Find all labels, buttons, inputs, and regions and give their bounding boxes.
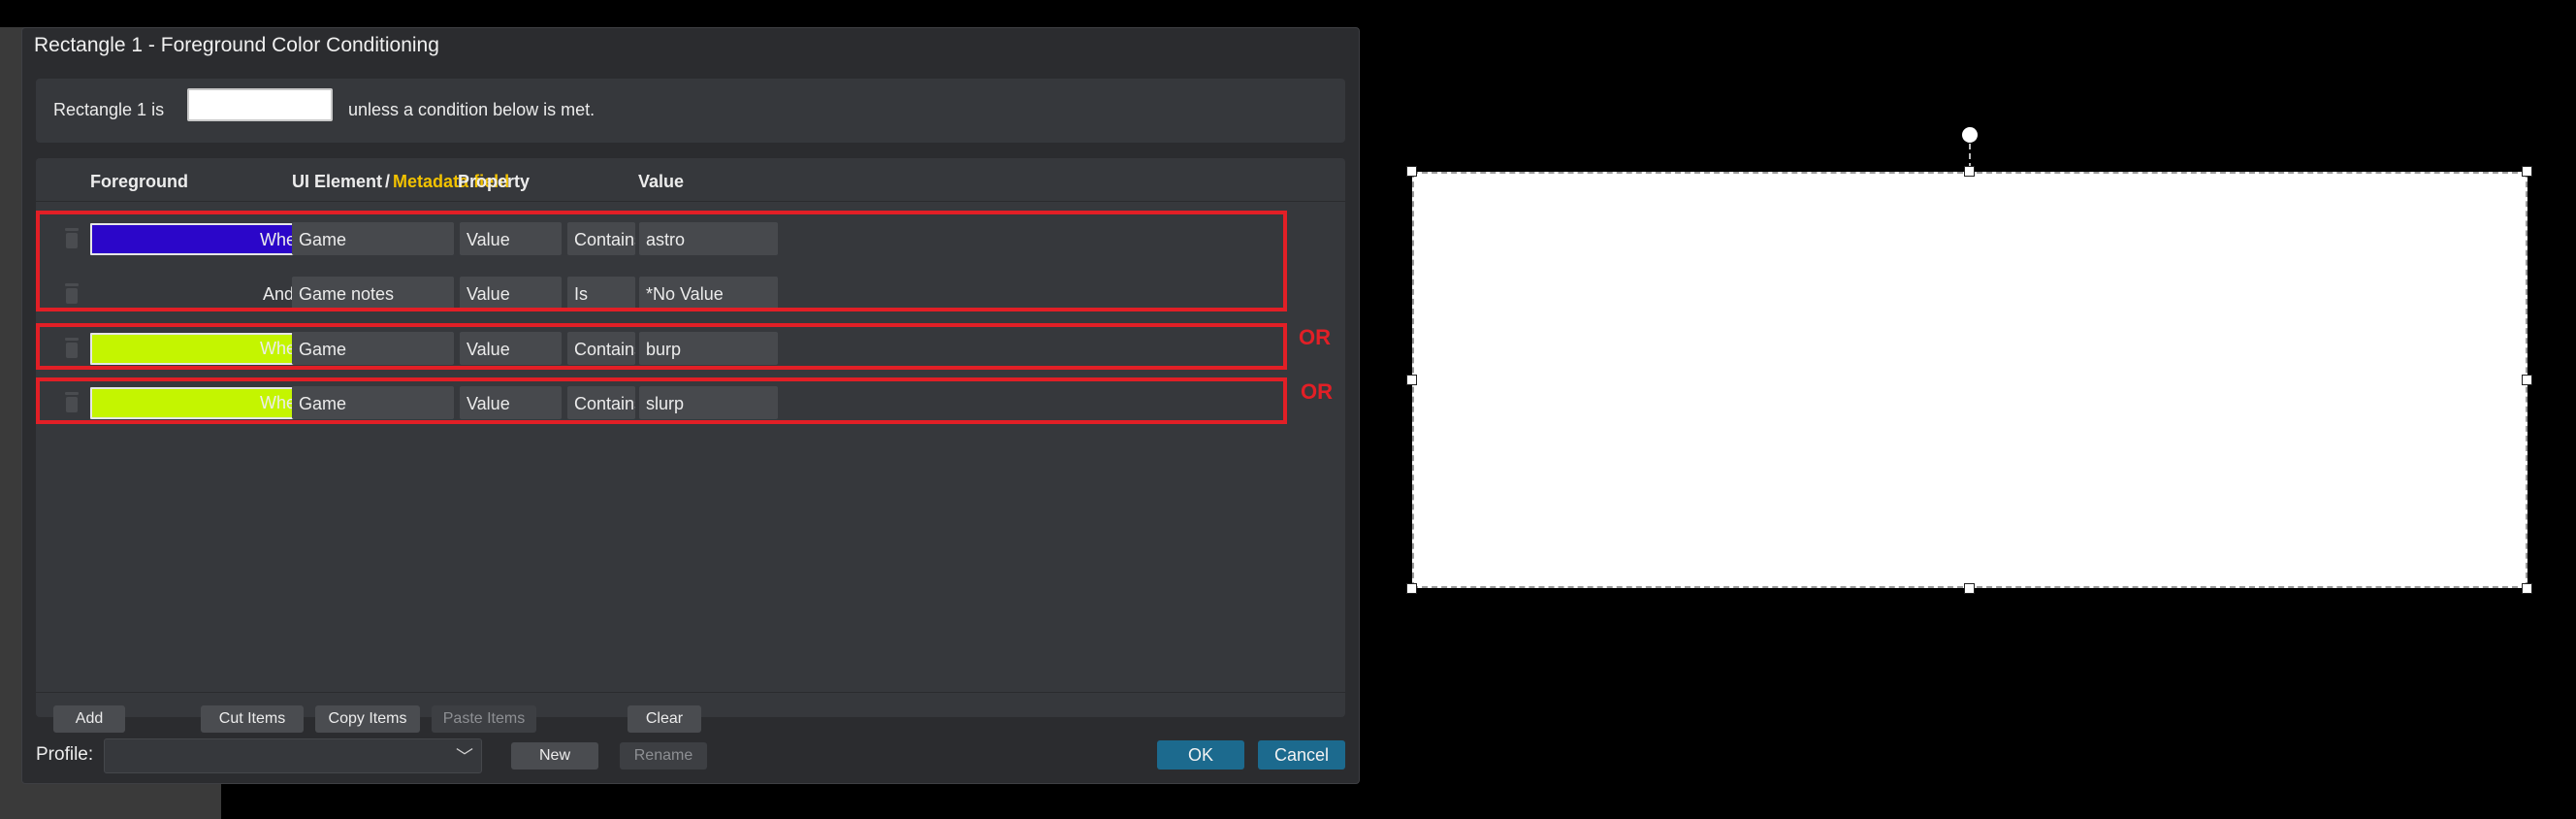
cut-items-button[interactable]: Cut Items — [201, 705, 304, 733]
ok-button[interactable]: OK — [1157, 740, 1244, 770]
header-value: Value — [638, 172, 685, 191]
chevron-down-icon: ﹀ — [456, 747, 473, 767]
dialog-title: Rectangle 1 - Foreground Color Condition… — [34, 34, 439, 56]
or-annotation: OR — [1299, 325, 1331, 349]
paste-items-button[interactable]: Paste Items — [432, 705, 536, 733]
rename-profile-button[interactable]: Rename — [620, 742, 707, 770]
default-suffix-label: unless a condition below is met. — [348, 100, 596, 119]
annotation-box-group-2 — [36, 323, 1287, 370]
new-profile-button[interactable]: New — [511, 742, 598, 770]
header-divider — [36, 201, 1345, 202]
background-top — [0, 0, 1358, 27]
footer-divider — [36, 692, 1345, 693]
rotation-handle[interactable] — [1962, 127, 1978, 143]
header-property: Property — [458, 172, 531, 191]
rectangle-1-preview[interactable] — [1412, 172, 2528, 588]
copy-items-button[interactable]: Copy Items — [315, 705, 420, 733]
resize-handle-right[interactable] — [2522, 375, 2532, 385]
or-annotation: OR — [1301, 379, 1333, 404]
header-slash: / — [385, 172, 391, 191]
resize-handle-top-right[interactable] — [2522, 166, 2532, 177]
header-ui-element-label: UI Element — [292, 172, 383, 191]
default-prefix-label: Rectangle 1 is — [53, 100, 165, 119]
annotation-box-group-3 — [36, 377, 1287, 424]
default-color-swatch[interactable] — [187, 88, 333, 121]
resize-handle-bottom[interactable] — [1964, 583, 1975, 594]
clear-button[interactable]: Clear — [628, 705, 701, 733]
annotation-box-group-1 — [36, 211, 1287, 311]
cancel-button[interactable]: Cancel — [1258, 740, 1345, 770]
resize-handle-bottom-right[interactable] — [2522, 583, 2532, 594]
header-foreground: Foreground — [90, 172, 188, 191]
profile-label: Profile: — [36, 744, 94, 765]
foreground-color-conditioning-dialog: Rectangle 1 - Foreground Color Condition… — [21, 27, 1360, 784]
profile-dropdown[interactable]: ﹀ — [104, 738, 482, 773]
add-button[interactable]: Add — [53, 705, 125, 733]
resize-handle-bottom-left[interactable] — [1406, 583, 1417, 594]
conditions-panel: Foreground UI Element / Metadata field Pro… — [36, 158, 1345, 733]
resize-handle-top-left[interactable] — [1406, 166, 1417, 177]
resize-handle-top[interactable] — [1964, 166, 1975, 177]
resize-handle-left[interactable] — [1406, 375, 1417, 385]
default-color-panel: Rectangle 1 is unless a condition below … — [36, 79, 1345, 143]
